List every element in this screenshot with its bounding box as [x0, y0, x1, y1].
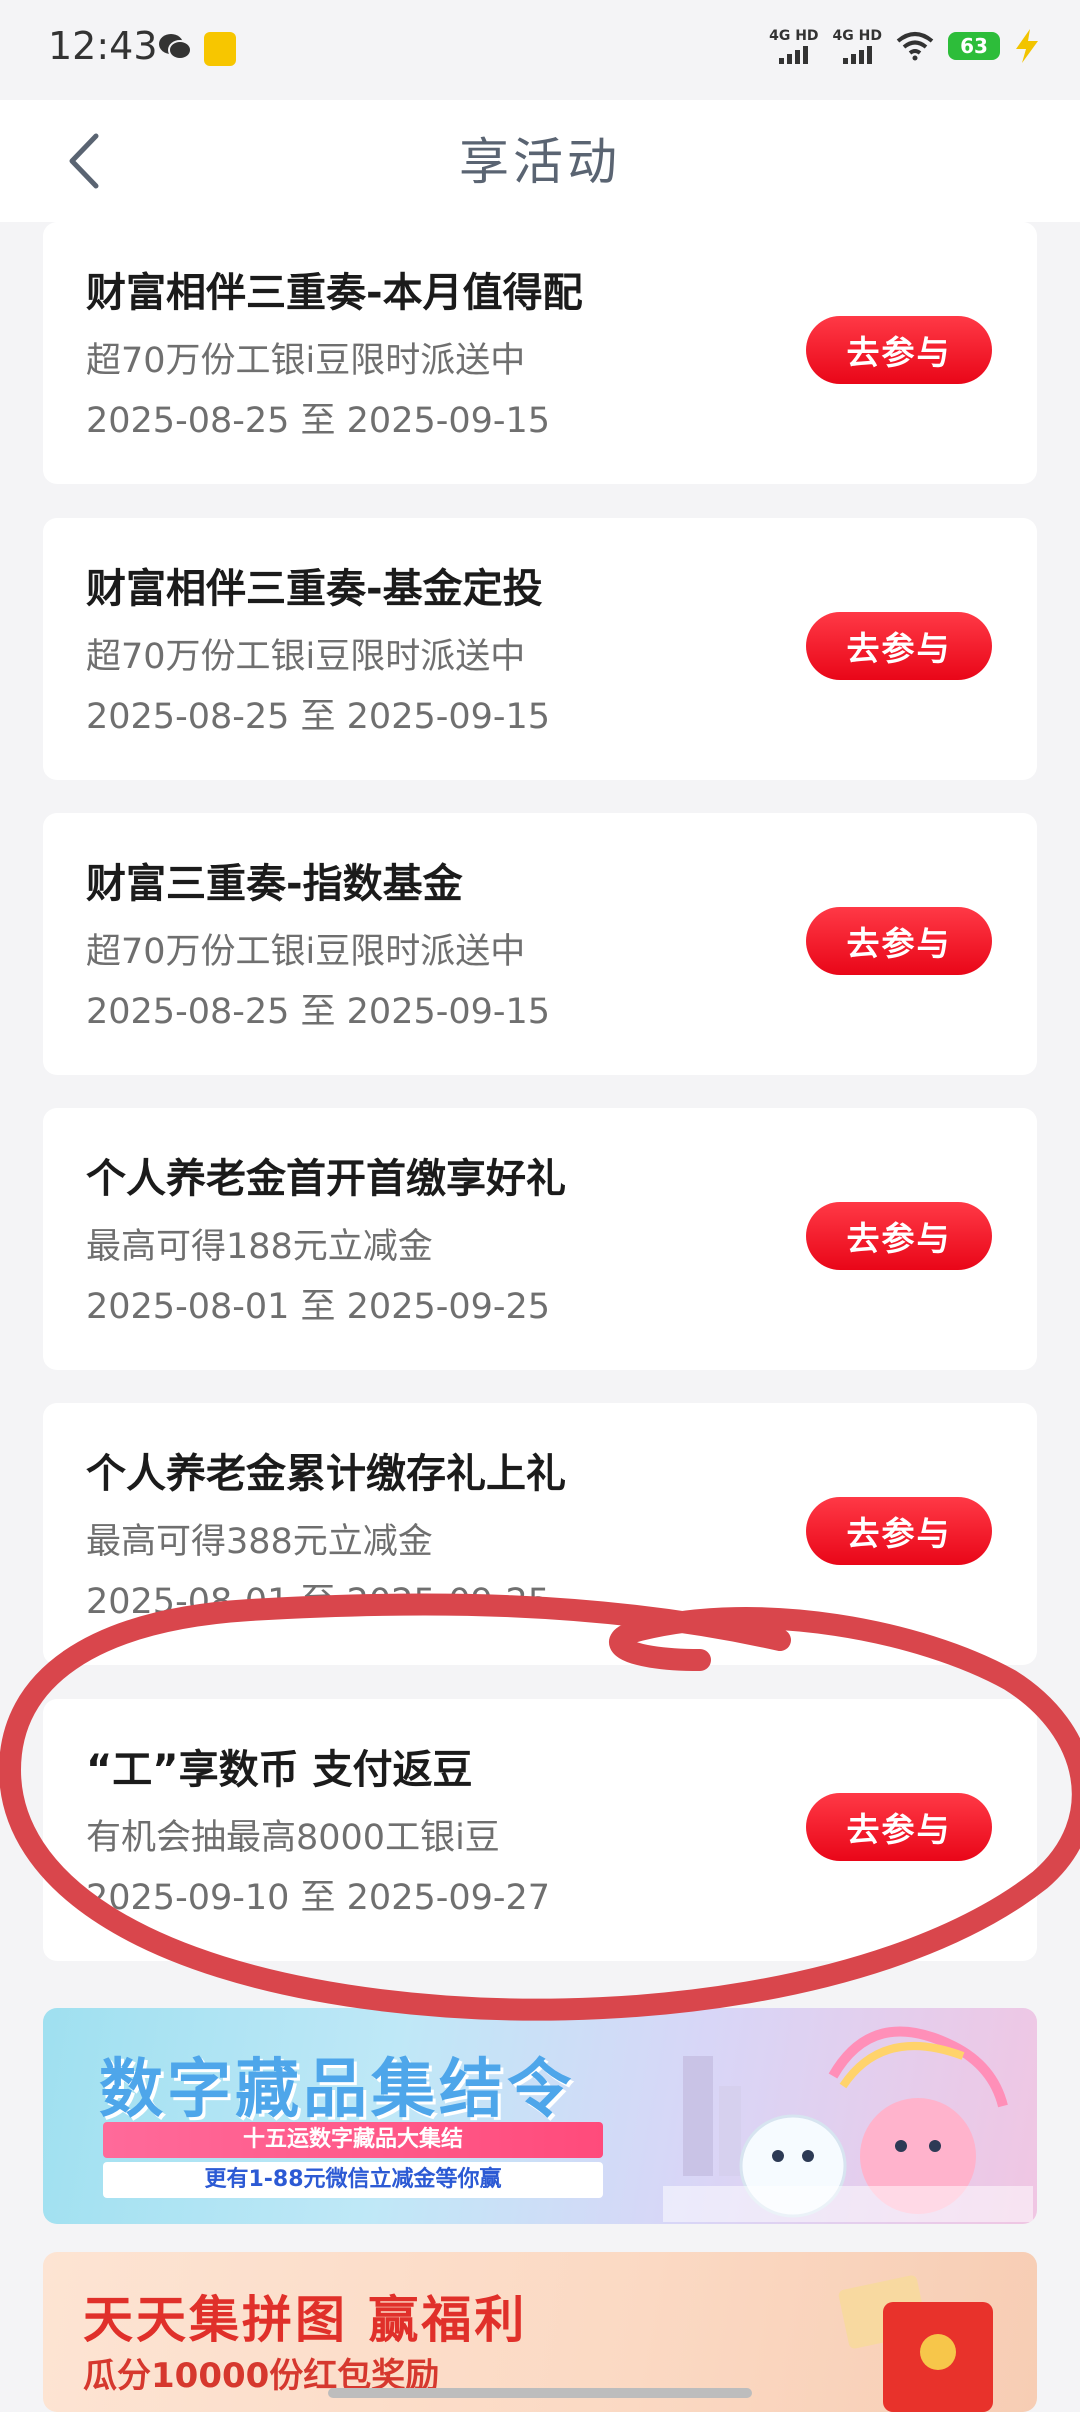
banner-title: 数字藏品集结令 — [99, 2053, 575, 2127]
signal-1: 4G HD — [769, 28, 819, 64]
wechat-icon — [159, 34, 192, 60]
activity-desc: 超70万份工银i豆限时派送中 — [86, 932, 526, 972]
join-button[interactable]: 去参与 — [806, 1202, 992, 1270]
activity-desc: 有机会抽最高8000工银i豆 — [86, 1818, 500, 1858]
red-envelope-icon — [838, 2275, 993, 2412]
activity-date: 2025-09-10 至 2025-09-27 — [86, 1878, 551, 1918]
activity-card[interactable]: 财富三重奏-指数基金 超70万份工银i豆限时派送中 2025-08-25 至 2… — [43, 813, 1037, 1075]
activity-desc: 最高可得388元立减金 — [86, 1522, 433, 1562]
activity-desc: 超70万份工银i豆限时派送中 — [86, 341, 526, 381]
status-bar: 12:43 4G HD 4G HD 63 — [0, 0, 1080, 100]
charging-icon — [1016, 29, 1038, 63]
activity-card[interactable]: 个人养老金累计缴存礼上礼 最高可得388元立减金 2025-08-01 至 20… — [43, 1403, 1037, 1665]
activity-title: 个人养老金累计缴存礼上礼 — [86, 1451, 566, 1497]
app-notification-icon — [204, 32, 236, 66]
wifi-icon — [896, 32, 934, 61]
activity-title: 财富相伴三重奏-基金定投 — [86, 566, 543, 612]
activity-date: 2025-08-01 至 2025-09-25 — [86, 1582, 551, 1622]
activity-card[interactable]: “工”享数币 支付返豆 有机会抽最高8000工银i豆 2025-09-10 至 … — [43, 1699, 1037, 1961]
join-button[interactable]: 去参与 — [806, 907, 992, 975]
nav-header: 享活动 — [0, 100, 1080, 222]
join-button[interactable]: 去参与 — [806, 1793, 992, 1861]
signal-bars-icon — [779, 44, 809, 64]
digital-collectibles-banner[interactable]: 数字藏品集结令 十五运数字藏品大集结 更有1-88元微信立减金等你赢 — [43, 2008, 1037, 2224]
signal-2: 4G HD — [833, 28, 882, 64]
signal-2-label: 4G HD — [832, 28, 882, 44]
activity-card[interactable]: 财富相伴三重奏-基金定投 超70万份工银i豆限时派送中 2025-08-25 至… — [43, 518, 1037, 780]
activity-date: 2025-08-01 至 2025-09-25 — [86, 1287, 551, 1327]
activity-title: “工”享数币 支付返豆 — [86, 1747, 473, 1793]
signal-1-label: 4G HD — [769, 28, 819, 44]
activity-card[interactable]: 个人养老金首开首缴享好礼 最高可得188元立减金 2025-08-01 至 20… — [43, 1108, 1037, 1370]
activity-date: 2025-08-25 至 2025-09-15 — [86, 992, 551, 1032]
banner-line1: 十五运数字藏品大集结 — [103, 2122, 603, 2158]
activity-desc: 超70万份工银i豆限时派送中 — [86, 637, 526, 677]
activity-card[interactable]: 财富相伴三重奏-本月值得配 超70万份工银i豆限时派送中 2025-08-25 … — [43, 222, 1037, 484]
join-button[interactable]: 去参与 — [806, 1497, 992, 1565]
activity-date: 2025-08-25 至 2025-09-15 — [86, 697, 551, 737]
activity-desc: 最高可得188元立减金 — [86, 1227, 433, 1267]
activity-title: 财富三重奏-指数基金 — [86, 861, 463, 907]
join-button[interactable]: 去参与 — [806, 612, 992, 680]
battery-icon: 63 — [948, 32, 1000, 60]
status-indicators: 4G HD 4G HD 63 — [769, 28, 1040, 64]
page-title: 享活动 — [459, 133, 621, 191]
mascot-illustration-icon — [663, 2026, 1033, 2222]
join-button[interactable]: 去参与 — [806, 316, 992, 384]
activity-title: 个人养老金首开首缴享好礼 — [86, 1156, 566, 1202]
home-indicator[interactable] — [328, 2388, 752, 2398]
activity-date: 2025-08-25 至 2025-09-15 — [86, 401, 551, 441]
status-time: 12:43 — [48, 24, 158, 68]
signal-bars-icon — [842, 44, 872, 64]
banner-line2: 更有1-88元微信立减金等你赢 — [103, 2162, 603, 2198]
banner-title: 天天集拼图 赢福利 — [83, 2291, 528, 2349]
activity-title: 财富相伴三重奏-本月值得配 — [86, 270, 583, 316]
